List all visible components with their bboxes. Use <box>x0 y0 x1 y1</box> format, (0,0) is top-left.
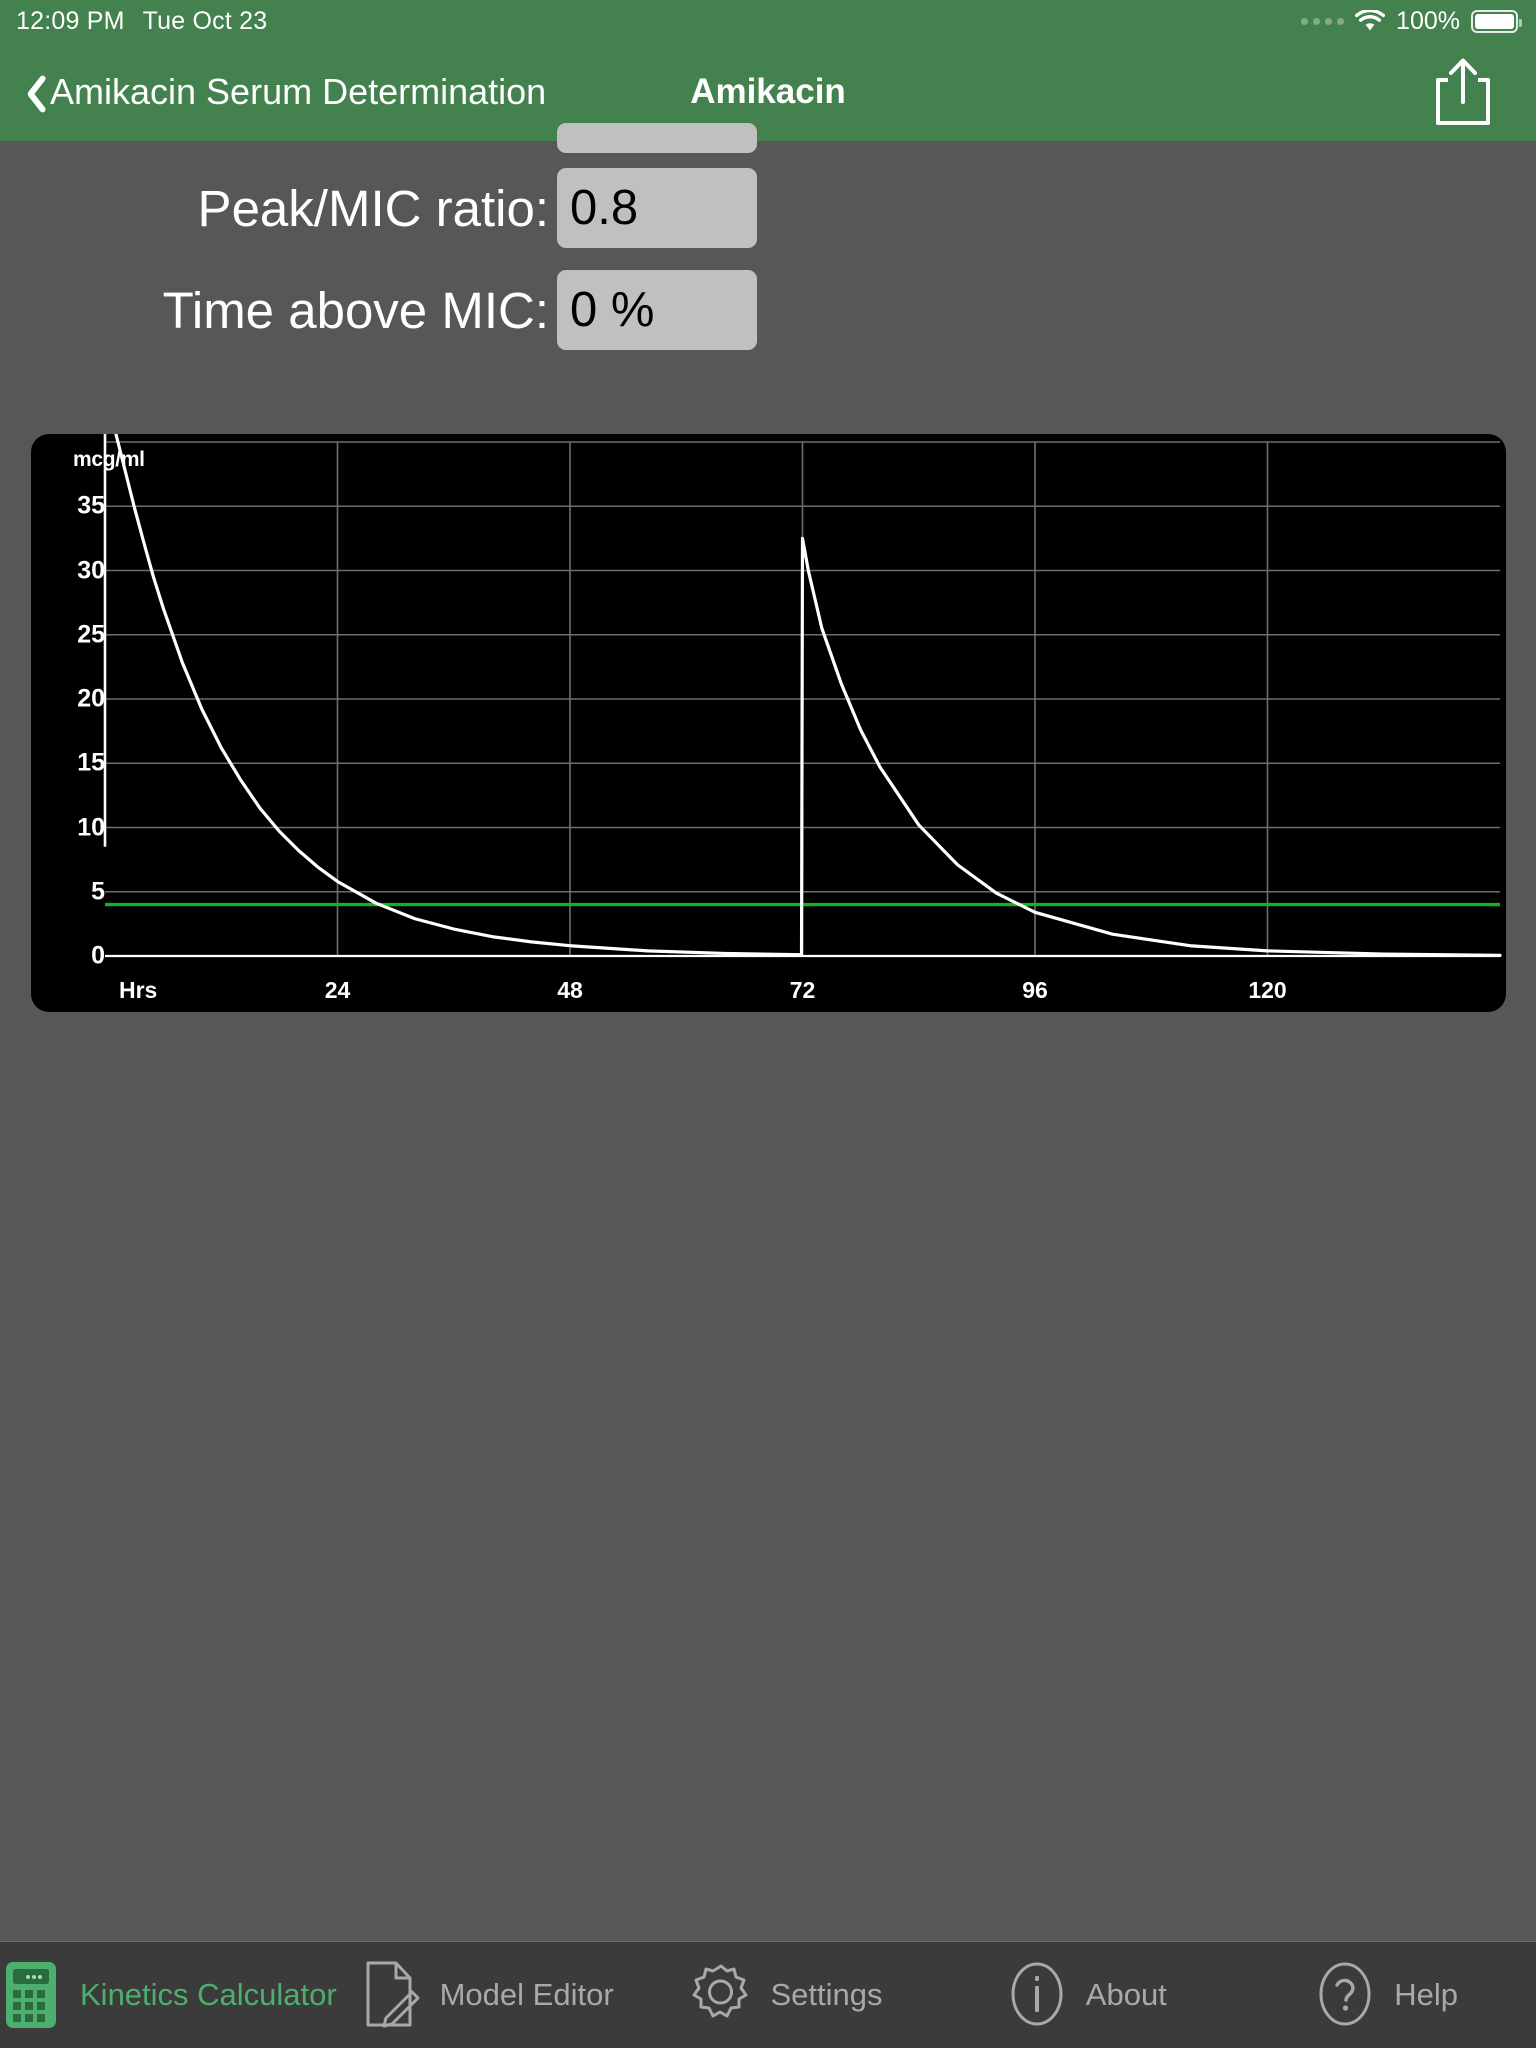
tab-label-about: About <box>1085 1977 1167 2012</box>
time-above-mic-label: Time above MIC: <box>162 281 549 339</box>
calculator-icon <box>0 1959 62 2031</box>
share-icon <box>1436 58 1490 125</box>
battery-icon <box>1471 9 1522 33</box>
share-button[interactable] <box>1432 56 1494 128</box>
tab-label-help: Help <box>1394 1977 1458 2012</box>
tab-help[interactable]: Help <box>1236 1942 1536 2048</box>
gear-icon <box>690 1959 752 2031</box>
peak-mic-ratio-row: Peak/MIC ratio: 0.8 <box>0 162 1536 254</box>
status-date: Tue Oct 23 <box>142 6 268 35</box>
chevron-left-icon <box>18 70 44 114</box>
tab-label-settings: Settings <box>770 1977 883 2012</box>
status-bar: 12:09 PM Tue Oct 23 100% <box>0 0 1536 42</box>
peak-mic-ratio-label: Peak/MIC ratio: <box>197 179 549 237</box>
document-pencil-icon <box>360 1959 422 2031</box>
tab-about[interactable]: About <box>936 1942 1236 2048</box>
status-bar-left: 12:09 PM Tue Oct 23 <box>16 7 267 36</box>
chart-plot-area <box>103 434 1502 958</box>
back-button-label: Amikacin Serum Determination <box>50 70 547 112</box>
time-above-mic-field[interactable]: 0 % <box>557 270 757 350</box>
tab-kinetics-calculator[interactable]: Kinetics Calculator <box>0 1942 337 2048</box>
clipped-field-above[interactable] <box>557 123 757 153</box>
app-screen: 12:09 PM Tue Oct 23 100% Amikacin Serum … <box>0 0 1536 2048</box>
info-circle-icon <box>1006 1959 1068 2031</box>
time-above-mic-row: Time above MIC: 0 % <box>0 264 1536 356</box>
tab-label-kinetics-calculator: Kinetics Calculator <box>80 1977 337 2012</box>
tab-settings[interactable]: Settings <box>637 1942 937 2048</box>
tab-bar: Kinetics Calculator Model Editor Setting… <box>0 1941 1536 2048</box>
peak-mic-ratio-field[interactable]: 0.8 <box>557 168 757 248</box>
question-circle-icon <box>1314 1959 1376 2031</box>
tab-label-model-editor: Model Editor <box>439 1977 614 2012</box>
status-bar-right: 100% <box>1301 6 1522 36</box>
tab-model-editor[interactable]: Model Editor <box>337 1942 637 2048</box>
signal-dots-icon <box>1301 17 1345 25</box>
status-time: 12:09 PM <box>16 6 125 35</box>
concentration-time-chart[interactable]: mcg/ml 0 5 10 15 20 25 30 35 Hrs 24 48 72 96 120 <box>31 434 1506 1012</box>
back-button[interactable]: Amikacin Serum Determination <box>18 70 546 114</box>
battery-percent-label: 100% <box>1396 6 1460 35</box>
wifi-icon <box>1354 8 1386 32</box>
results-form: Peak/MIC ratio: 0.8 Time above MIC: 0 % <box>0 123 1536 356</box>
navigation-bar: Amikacin Serum Determination Amikacin <box>0 42 1536 141</box>
